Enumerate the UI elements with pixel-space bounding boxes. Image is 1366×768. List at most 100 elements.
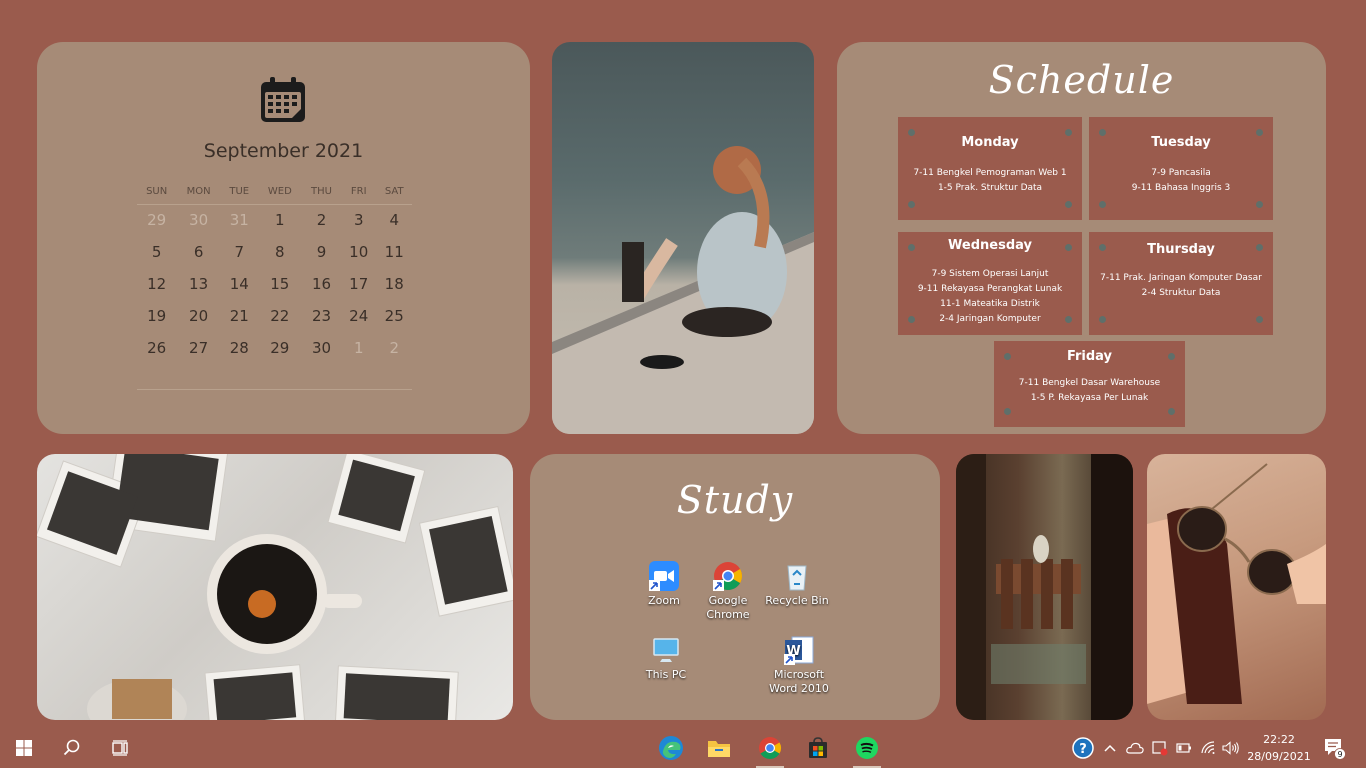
start-button[interactable] <box>2 728 46 768</box>
card-pin <box>1065 201 1072 208</box>
calendar-day: 29 <box>270 339 290 357</box>
study-widget: Study Zoom Google Chrome Recycle Bin Thi… <box>530 454 940 720</box>
recycle-bin-icon <box>781 560 813 592</box>
search-icon <box>63 739 80 756</box>
security-tray-button[interactable] <box>1152 728 1168 768</box>
day-name: Tuesday <box>1151 135 1211 150</box>
card-pin <box>1256 129 1263 136</box>
desktop-icon-microsoft-word[interactable]: W Microsoft Word 2010 <box>764 634 834 696</box>
calendar-day: 7 <box>234 243 245 261</box>
file-explorer-icon <box>708 741 730 757</box>
calendar-day: 9 <box>316 243 327 261</box>
schedule-card-tuesday: Tuesday 7-9 Pancasila 9-11 Bahasa Inggri… <box>1089 117 1273 220</box>
onedrive-tray-button[interactable] <box>1126 728 1144 768</box>
cloud-icon <box>1126 742 1144 754</box>
this-pc-icon <box>650 634 682 666</box>
schedule-card-friday: Friday 7-11 Bengkel Dasar Warehouse 1-5 … <box>994 341 1185 427</box>
chrome-icon <box>759 737 781 759</box>
weekday-header: SAT <box>376 180 412 205</box>
card-pin <box>1065 244 1072 251</box>
system-clock[interactable]: 22:22 28/09/2021 <box>1244 731 1314 765</box>
desktop-icon-zoom[interactable]: Zoom <box>629 560 699 608</box>
calendar-day: 13 <box>189 275 209 293</box>
calendar-day: 1 <box>275 211 285 230</box>
wallpaper-photo-woman-by-lake <box>552 42 814 434</box>
calendar-day: 17 <box>349 275 369 293</box>
taskbar-app-spotify[interactable] <box>845 728 889 768</box>
volume-tray-button[interactable] <box>1222 728 1240 768</box>
calendar-week-row: 29 30 31 1 2 3 4 <box>137 204 412 236</box>
calendar-week-row: 19 20 21 22 23 24 25 <box>137 300 412 332</box>
taskbar-app-store[interactable] <box>796 728 840 768</box>
card-pin <box>1256 201 1263 208</box>
card-pin <box>1099 316 1106 323</box>
calendar-day: 28 <box>229 339 249 357</box>
calendar-day: 25 <box>384 307 404 325</box>
taskbar: ? 22:22 28/09/2021 9 <box>0 728 1366 768</box>
weekday-header: THU <box>302 180 341 205</box>
calendar-day: 14 <box>229 275 249 293</box>
schedule-card-monday: Monday 7-11 Bengkel Pemograman Web 1 1-5… <box>898 117 1082 220</box>
help-tray-button[interactable]: ? <box>1072 728 1094 768</box>
class-entry: 9-11 Rekayasa Perangkat Lunak <box>917 284 1063 294</box>
wallpaper-photo-sunglasses <box>1147 454 1326 720</box>
calendar-day: 12 <box>147 275 167 293</box>
weekday-header: MON <box>176 180 221 205</box>
day-name: Thursday <box>1147 242 1215 257</box>
calendar-day: 10 <box>349 243 369 261</box>
taskbar-app-edge[interactable] <box>649 728 693 768</box>
desktop-icon-label: Zoom <box>648 594 680 607</box>
card-pin <box>1099 201 1106 208</box>
desktop-icon-google-chrome[interactable]: Google Chrome <box>693 560 763 622</box>
word-icon: W <box>783 634 815 666</box>
calendar-day: 8 <box>275 243 285 261</box>
card-pin <box>908 244 915 251</box>
chrome-icon <box>712 560 744 592</box>
clock-date: 28/09/2021 <box>1247 750 1311 763</box>
schedule-title: Schedule <box>988 58 1175 102</box>
calendar-icon <box>261 77 305 122</box>
calendar-day-other-month: 31 <box>229 211 249 230</box>
class-entry: 7-9 Sistem Operasi Lanjut <box>931 269 1049 279</box>
speaker-icon <box>1222 741 1239 755</box>
class-entry: 1-5 P. Rekayasa Per Lunak <box>1030 393 1149 403</box>
weekday-header: WED <box>257 180 303 205</box>
day-name: Wednesday <box>948 238 1032 253</box>
study-title: Study <box>676 478 794 522</box>
card-pin <box>908 129 915 136</box>
search-button[interactable] <box>50 728 94 768</box>
calendar-week-row: 12 13 14 15 16 17 18 <box>137 268 412 300</box>
taskbar-app-file-explorer[interactable] <box>697 728 741 768</box>
svg-text:?: ? <box>1079 742 1087 757</box>
desktop-icon-this-pc[interactable]: This PC <box>631 634 701 682</box>
calendar-week-row: 5 6 7 8 9 10 11 <box>137 236 412 268</box>
weekday-header: SUN <box>137 180 177 205</box>
calendar-day: 20 <box>189 307 209 325</box>
card-pin <box>908 201 915 208</box>
calendar-day: 4 <box>389 211 399 230</box>
desktop-icon-label: Recycle Bin <box>765 594 829 607</box>
task-view-button[interactable] <box>98 728 142 768</box>
wifi-icon <box>1201 741 1215 754</box>
desktop-icon-label: Google <box>708 594 748 607</box>
show-hidden-icons-button[interactable] <box>1104 728 1116 768</box>
class-entry: 2-4 Jaringan Komputer <box>939 314 1041 324</box>
class-entry: 7-11 Bengkel Pemograman Web 1 <box>913 168 1067 178</box>
action-center-button[interactable]: 9 <box>1322 728 1346 768</box>
calendar-day: 23 <box>311 307 332 325</box>
wallpaper-photo-dining-room-doorway <box>956 454 1133 720</box>
wifi-tray-button[interactable] <box>1200 728 1216 768</box>
wallpaper-photo-coffee-and-photographs <box>37 454 513 720</box>
weekday-header: TUE <box>220 180 258 205</box>
desktop-icon-recycle-bin[interactable]: Recycle Bin <box>762 560 832 608</box>
battery-tray-button[interactable] <box>1176 728 1192 768</box>
taskbar-app-chrome[interactable] <box>748 728 792 768</box>
day-name: Monday <box>961 135 1019 150</box>
calendar-day: 21 <box>229 307 249 325</box>
battery-icon <box>1176 743 1191 753</box>
class-entry: 11-1 Mateatika Distrik <box>940 299 1040 309</box>
calendar-day: 24 <box>349 307 369 325</box>
calendar-day: 3 <box>353 211 364 230</box>
weekday-header: FRI <box>340 180 377 205</box>
card-pin <box>1168 353 1175 360</box>
